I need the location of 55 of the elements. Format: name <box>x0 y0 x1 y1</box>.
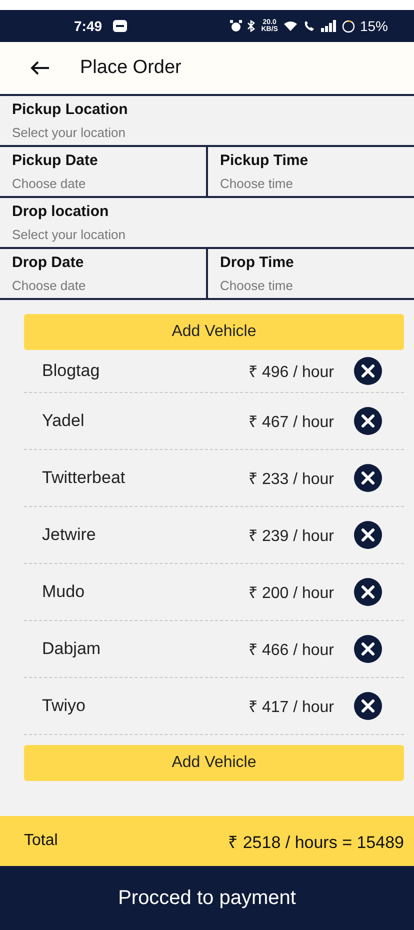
field-placeholder: Choose time <box>220 278 294 293</box>
add-vehicle-button[interactable]: Add Vehicle <box>24 314 404 350</box>
form-field[interactable]: Pickup Date Choose date <box>0 147 206 196</box>
vehicle-rate: ₹ 496 / hour <box>248 363 334 382</box>
remove-icon[interactable] <box>354 357 382 385</box>
field-label: Pickup Date <box>12 152 99 169</box>
total-value: ₹ 2518 / hours = 15489 <box>228 832 404 852</box>
form-field[interactable]: Drop location Select your location <box>0 198 414 247</box>
field-label: Pickup Location <box>12 101 129 118</box>
remove-icon[interactable] <box>354 692 382 720</box>
form-field[interactable]: Pickup Time Choose time <box>206 147 414 196</box>
field-label: Pickup Time <box>220 152 310 169</box>
vehicle-name: Jetwire <box>42 525 97 545</box>
vehicle-rate: ₹ 467 / hour <box>248 413 334 432</box>
vehicle-name: Twiyo <box>42 696 86 716</box>
bluetooth-icon <box>247 20 256 32</box>
remove-icon[interactable] <box>354 521 382 549</box>
back-icon[interactable] <box>30 60 50 76</box>
field-placeholder: Choose date <box>12 176 87 191</box>
field-label: Drop location <box>12 203 110 220</box>
vehicle-name: Twitterbeat <box>42 468 126 488</box>
phone-icon <box>302 20 316 32</box>
vehicle-rate: ₹ 233 / hour <box>248 470 334 489</box>
vehicle-rate: ₹ 200 / hour <box>248 584 334 603</box>
form-field[interactable]: Drop Date Choose date <box>0 249 206 298</box>
remove-icon[interactable] <box>354 578 382 606</box>
battery-percent: 15% <box>360 18 388 34</box>
signal-icon <box>320 20 337 32</box>
vehicle-name: Yadel <box>42 411 86 431</box>
field-placeholder: Choose date <box>12 278 87 293</box>
vehicle-rate: ₹ 417 / hour <box>248 698 334 717</box>
clock: 7:49 <box>74 18 102 34</box>
vehicle-rate: ₹ 466 / hour <box>248 641 334 660</box>
field-placeholder: Choose time <box>220 176 294 191</box>
form-field[interactable]: Pickup Location Select your location <box>0 96 414 145</box>
add-vehicle-button[interactable]: Add Vehicle <box>24 745 404 781</box>
battery-icon <box>342 20 355 32</box>
field-placeholder: Select your location <box>12 227 126 242</box>
payment-button[interactable]: Procced to payment <box>0 866 414 930</box>
wifi-icon <box>282 20 298 32</box>
field-label: Drop Date <box>12 254 85 271</box>
field-label: Drop Time <box>220 254 295 271</box>
vehicle-name: Blogtag <box>42 361 101 381</box>
remove-icon[interactable] <box>354 464 382 492</box>
message-icon <box>113 20 128 32</box>
vehicle-rate: ₹ 239 / hour <box>248 527 334 546</box>
remove-icon[interactable] <box>354 635 382 663</box>
form-field[interactable]: Drop Time Choose time <box>206 249 414 298</box>
vehicle-name: Dabjam <box>42 639 102 659</box>
alarm-icon <box>230 20 242 32</box>
page-title: Place Order <box>80 57 182 79</box>
total-label: Total <box>24 832 58 850</box>
vehicle-name: Mudo <box>42 582 86 602</box>
field-placeholder: Select your location <box>12 125 126 140</box>
remove-icon[interactable] <box>354 407 382 435</box>
